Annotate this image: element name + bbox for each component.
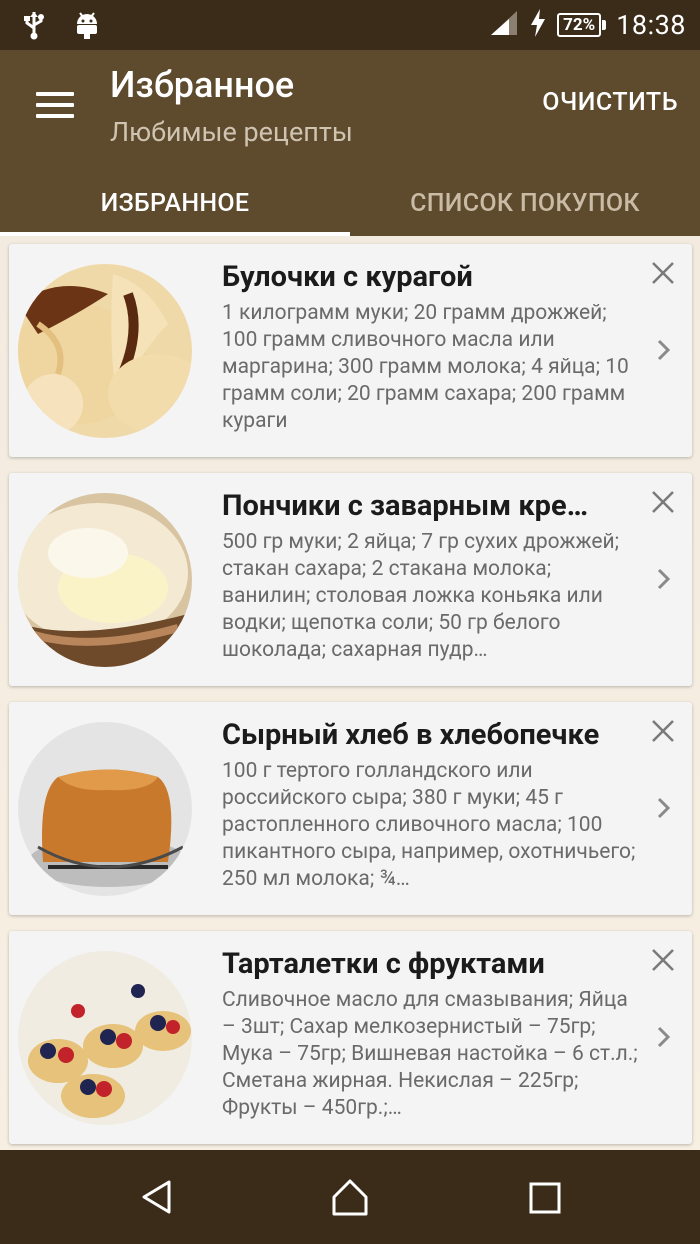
favorites-list: Булочки с курагой 1 килограмм муки; 20 г… (0, 236, 700, 1150)
recents-icon[interactable] (528, 1181, 562, 1215)
back-icon[interactable] (139, 1179, 175, 1215)
recipe-thumbnail (18, 722, 192, 896)
close-icon[interactable] (650, 489, 676, 515)
recipe-title: Сырный хлеб в хлебопечке (222, 718, 600, 752)
recipe-ingredients: 1 килограмм муки; 20 грамм дрожжей; 100 … (222, 301, 629, 433)
page-subtitle: Любимые рецепты (110, 116, 353, 148)
tab-bar: ИЗБРАННОЕ СПИСОК ПОКУПОК (0, 170, 700, 236)
recipe-ingredients: 100 г тертого голландского или российско… (222, 759, 636, 891)
page-title: Избранное (110, 64, 295, 106)
chevron-right-icon[interactable] (656, 338, 672, 362)
usb-icon (22, 10, 46, 44)
chevron-right-icon[interactable] (656, 796, 672, 820)
recipe-title: Булочки с курагой (222, 260, 473, 294)
clock: 18:38 (616, 9, 686, 41)
status-bar: 72% 18:38 (0, 0, 700, 50)
recipe-thumbnail (18, 264, 192, 438)
clear-button[interactable]: ОЧИСТИТЬ (542, 88, 678, 117)
chevron-right-icon[interactable] (656, 567, 672, 591)
recipe-card[interactable]: Тарталетки с фруктами Сливочное масло дл… (9, 931, 692, 1144)
battery-icon: 72% (557, 13, 607, 37)
close-icon[interactable] (650, 718, 676, 744)
android-icon (74, 10, 100, 44)
signal-icon (489, 9, 519, 41)
hamburger-icon[interactable] (36, 92, 74, 118)
tab-shopping-list[interactable]: СПИСОК ПОКУПОК (350, 170, 700, 236)
recipe-title: Пончики с заварным кре… (222, 489, 589, 523)
charging-icon (529, 8, 547, 42)
chevron-right-icon[interactable] (656, 1025, 672, 1049)
home-icon[interactable] (330, 1177, 370, 1217)
system-nav-bar (0, 1150, 700, 1244)
battery-level: 72% (557, 13, 602, 37)
recipe-card[interactable]: Сырный хлеб в хлебопечке 100 г тертого г… (9, 702, 692, 915)
close-icon[interactable] (650, 260, 676, 286)
recipe-card[interactable]: Пончики с заварным кре… 500 гр муки; 2 я… (9, 473, 692, 686)
recipe-title: Тарталетки с фруктами (222, 947, 545, 981)
close-icon[interactable] (650, 947, 676, 973)
recipe-thumbnail (18, 951, 192, 1125)
recipe-ingredients: 500 гр муки; 2 яйца; 7 гр сухих дрожжей;… (222, 530, 620, 662)
recipe-ingredients: Сливочное масло для смазывания; Яйца – 3… (222, 988, 638, 1120)
tab-favorites[interactable]: ИЗБРАННОЕ (0, 170, 350, 236)
recipe-card[interactable]: Булочки с курагой 1 килограмм муки; 20 г… (9, 244, 692, 457)
recipe-thumbnail (18, 493, 192, 667)
app-bar: Избранное Любимые рецепты ОЧИСТИТЬ ИЗБРА… (0, 50, 700, 236)
